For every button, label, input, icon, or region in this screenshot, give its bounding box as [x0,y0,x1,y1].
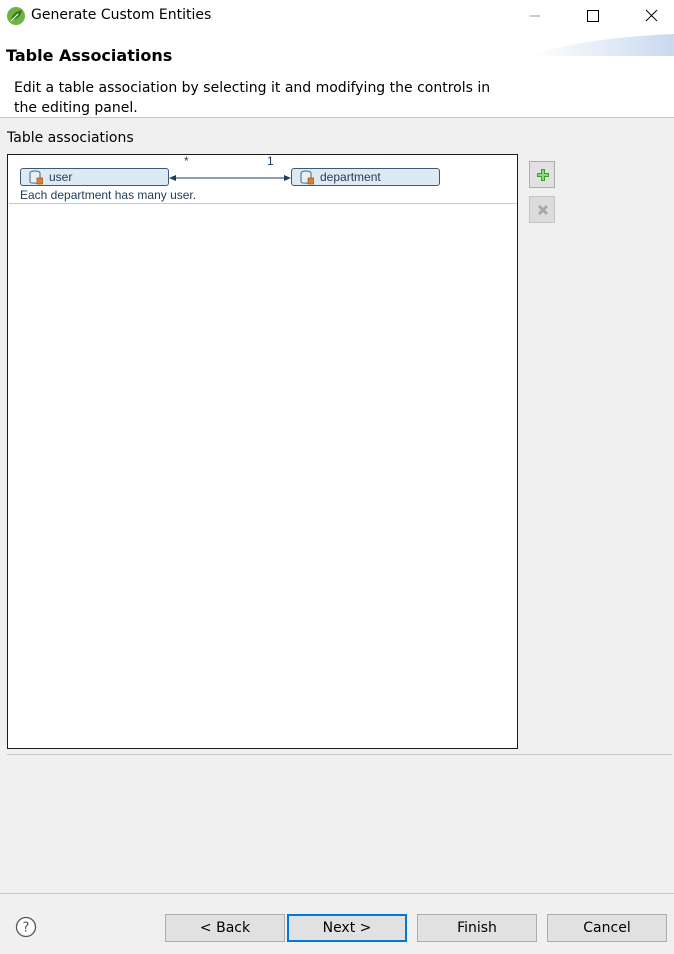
cancel-button[interactable]: Cancel [547,914,667,942]
minimize-icon [530,15,540,17]
association-description: Each department has many user. [20,188,197,202]
from-cardinality: * [184,154,189,168]
divider [7,754,672,755]
finish-button[interactable]: Finish [417,914,537,942]
maximize-button[interactable] [570,0,616,32]
associations-label: Table associations [7,130,134,146]
next-button[interactable]: Next > [287,914,407,942]
from-table-box[interactable]: user [20,168,169,186]
help-icon[interactable]: ? [15,916,37,938]
window-title: Generate Custom Entities [31,7,212,23]
to-table-box[interactable]: department [291,168,440,186]
association-arrow [169,175,291,181]
spring-leaf-icon [7,7,25,25]
to-cardinality: 1 [267,154,274,168]
page-description: Edit a table association by selecting it… [14,80,491,116]
maximize-icon [587,10,599,22]
database-table-icon [300,170,314,185]
svg-text:?: ? [23,921,30,936]
close-button[interactable] [628,0,674,32]
association-item[interactable]: * 1 user department Each department has … [9,154,517,204]
close-icon [645,9,658,22]
wizard-header: Table Associations Edit a table associat… [0,32,674,118]
plus-icon [537,169,549,181]
footer-divider [0,893,674,894]
header-banner-graphic [534,34,674,56]
to-table-name: department [320,170,381,184]
page-title: Table Associations [6,46,173,65]
title-bar: Generate Custom Entities [0,0,674,32]
minimize-button[interactable] [512,0,558,32]
back-button[interactable]: < Back [165,914,285,942]
remove-x-icon [537,204,549,216]
from-table-name: user [49,170,73,184]
remove-association-button[interactable] [529,196,555,223]
database-table-icon [29,170,43,185]
add-association-button[interactable] [529,161,555,188]
associations-list[interactable]: * 1 user department Each department has … [7,154,518,749]
